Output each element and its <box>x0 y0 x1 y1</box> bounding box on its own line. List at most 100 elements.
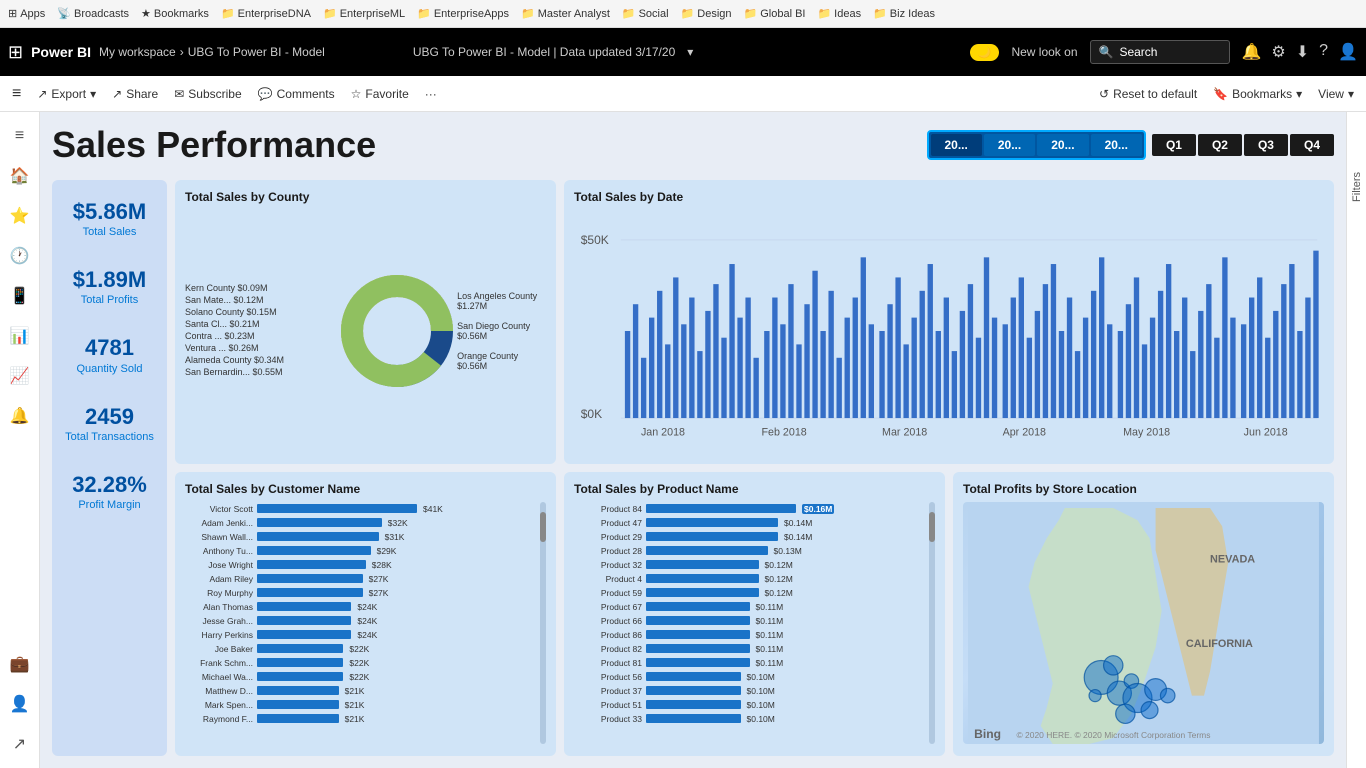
bookmark-social[interactable]: 📁 Social <box>622 7 669 20</box>
q1-button[interactable]: Q1 <box>1152 134 1196 156</box>
product-bar-row: Product 86 $0.11M <box>574 628 935 641</box>
customer-bar-fill <box>257 658 343 667</box>
more-button[interactable]: ··· <box>425 87 437 101</box>
customer-bar-label: Frank Schm... <box>185 658 253 668</box>
customer-bar-label: Roy Murphy <box>185 588 253 598</box>
sidebar-monitoring-icon[interactable]: 🔔 <box>4 400 36 432</box>
notification-icon[interactable]: 🔔 <box>1242 42 1262 62</box>
bookmark-enterpriseml[interactable]: 📁 EnterpriseML <box>323 7 405 20</box>
product-bar-row: Product 84 $0.16M <box>574 502 935 515</box>
export-button[interactable]: ↗ Export ▾ <box>37 87 96 101</box>
sidebar-workspaces-icon[interactable]: 💼 <box>4 648 36 680</box>
product-bar-value: $0.12M <box>765 588 793 598</box>
q3-button[interactable]: Q3 <box>1244 134 1288 156</box>
bookmark-enterpriseapps[interactable]: 📁 EnterpriseApps <box>417 7 509 20</box>
sidebar-user-icon[interactable]: 👤 <box>4 688 36 720</box>
sidebar-metrics-icon[interactable]: 📈 <box>4 360 36 392</box>
year-filter-4[interactable]: 20... <box>1091 134 1142 156</box>
product-bar-value: $0.10M <box>747 700 775 710</box>
sidebar-menu-icon[interactable]: ≡ <box>4 120 36 152</box>
year-filter-2[interactable]: 20... <box>984 134 1035 156</box>
product-bar-fill <box>646 700 741 709</box>
dashboard: Sales Performance 20... 20... 20... 20..… <box>40 112 1346 768</box>
product-bar-label: Product 47 <box>574 518 642 528</box>
bookmark-ideas[interactable]: 📁 Ideas <box>817 7 861 20</box>
download-icon[interactable]: ⬇ <box>1296 42 1309 62</box>
new-look-toggle[interactable]: 🌙 <box>970 44 1000 61</box>
customer-bar-label: Jesse Grah... <box>185 616 253 626</box>
settings-icon[interactable]: ⚙ <box>1271 42 1285 62</box>
sidebar-shared-icon[interactable]: 📊 <box>4 320 36 352</box>
dropdown-icon[interactable]: ▾ <box>687 45 693 59</box>
workspace-label[interactable]: My workspace <box>99 45 176 59</box>
product-chart[interactable]: Total Sales by Product Name Product 84 $… <box>564 472 945 756</box>
customer-bar-row: Adam Riley $27K <box>185 572 546 585</box>
search-box[interactable]: 🔍 Search <box>1090 40 1230 64</box>
scroll-thumb[interactable] <box>540 512 546 542</box>
bookmark-bizideas[interactable]: 📁 Biz Ideas <box>873 7 935 20</box>
county-donut-chart[interactable]: Total Sales by County Kern County $0.09M… <box>175 180 556 464</box>
product-bar-value: $0.16M <box>802 504 834 514</box>
product-bar-value: $0.10M <box>747 686 775 696</box>
customer-chart[interactable]: Total Sales by Customer Name Victor Scot… <box>175 472 556 756</box>
bookmark-design[interactable]: 📁 Design <box>681 7 732 20</box>
bookmark-broadcasts[interactable]: 📡 Broadcasts <box>57 7 129 20</box>
product-bar-label: Product 4 <box>574 574 642 584</box>
date-chart-svg: $50K $0K Jan 2018 Feb 2018 Mar 2018 Apr … <box>574 210 1324 452</box>
product-bar-row: Product 29 $0.14M <box>574 530 935 543</box>
sidebar-home-icon[interactable]: 🏠 <box>4 160 36 192</box>
bookmark-apps[interactable]: ⊞ Apps <box>8 7 45 20</box>
product-bar-row: Product 37 $0.10M <box>574 684 935 697</box>
map-chart[interactable]: Total Profits by Store Location NEVADA C… <box>953 472 1334 756</box>
sidebar-apps-icon[interactable]: 📱 <box>4 280 36 312</box>
svg-text:Jan 2018: Jan 2018 <box>641 426 685 438</box>
product-bar-row: Product 67 $0.11M <box>574 600 935 613</box>
donut-legend: Kern County $0.09M San Mate... $0.12M So… <box>185 283 337 379</box>
year-filter-1[interactable]: 20... <box>931 134 982 156</box>
map-svg: NEVADA CALIFORNIA Bi <box>963 502 1324 744</box>
main-content: ≡ 🏠 ⭐ 🕐 📱 📊 📈 🔔 💼 👤 ↗ Sales Performance … <box>0 112 1366 768</box>
product-scroll-indicator[interactable] <box>929 502 935 744</box>
subscribe-button[interactable]: ✉ Subscribe <box>174 87 241 101</box>
product-scroll-thumb[interactable] <box>929 512 935 542</box>
legend-item-2: Solano County $0.15M <box>185 307 333 317</box>
product-bar-row: Product 66 $0.11M <box>574 614 935 627</box>
menu-icon[interactable]: ≡ <box>12 85 21 103</box>
comments-button[interactable]: 💬 Comments <box>258 87 335 101</box>
customer-bar-value: $24K <box>357 616 377 626</box>
year-filter-3[interactable]: 20... <box>1037 134 1088 156</box>
product-bar-row: Product 4 $0.12M <box>574 572 935 585</box>
legend-item-5: Ventura ... $0.26M <box>185 343 333 353</box>
favorite-button[interactable]: ☆ Favorite <box>351 87 409 101</box>
bookmark-globalbi[interactable]: 📁 Global BI <box>744 7 806 20</box>
bookmarks-button[interactable]: 🔖 Bookmarks ▾ <box>1213 87 1302 101</box>
user-avatar[interactable]: 👤 <box>1338 42 1358 62</box>
customer-bar-fill <box>257 560 366 569</box>
scroll-indicator[interactable] <box>540 502 546 744</box>
bookmark-masteranalyst[interactable]: 📁 Master Analyst <box>521 7 610 20</box>
title-row: Sales Performance 20... 20... 20... 20..… <box>52 124 1334 166</box>
toolbar-right: ↺ Reset to default 🔖 Bookmarks ▾ View ▾ <box>1099 87 1354 101</box>
filter-label[interactable]: Filters <box>1351 172 1363 202</box>
legend-item-0: Kern County $0.09M <box>185 283 333 293</box>
q4-button[interactable]: Q4 <box>1290 134 1334 156</box>
sidebar-favorites-icon[interactable]: ⭐ <box>4 200 36 232</box>
bookmark-bookmarks[interactable]: ★ Bookmarks <box>141 7 209 20</box>
grid-icon[interactable]: ⊞ <box>8 42 23 63</box>
kpi-total-profits: $1.89M Total Profits <box>62 268 157 306</box>
bookmark-enterprisedna[interactable]: 📁 EnterpriseDNA <box>221 7 311 20</box>
reset-button[interactable]: ↺ Reset to default <box>1099 87 1197 101</box>
product-bar-value: $0.13M <box>774 546 802 556</box>
product-bar-label: Product 84 <box>574 504 642 514</box>
date-chart[interactable]: Total Sales by Date $50K $0K Jan 2018 Fe… <box>564 180 1334 464</box>
share-button[interactable]: ↗ Share <box>112 87 158 101</box>
customer-bar-value: $27K <box>369 588 389 598</box>
help-icon[interactable]: ? <box>1319 42 1328 62</box>
sidebar-recent-icon[interactable]: 🕐 <box>4 240 36 272</box>
sidebar-expand-icon[interactable]: ↗ <box>4 728 36 760</box>
customer-bar-row: Victor Scott $41K <box>185 502 546 515</box>
view-button[interactable]: View ▾ <box>1318 87 1354 101</box>
customer-bar-fill <box>257 504 417 513</box>
customer-bar-fill <box>257 672 343 681</box>
q2-button[interactable]: Q2 <box>1198 134 1242 156</box>
